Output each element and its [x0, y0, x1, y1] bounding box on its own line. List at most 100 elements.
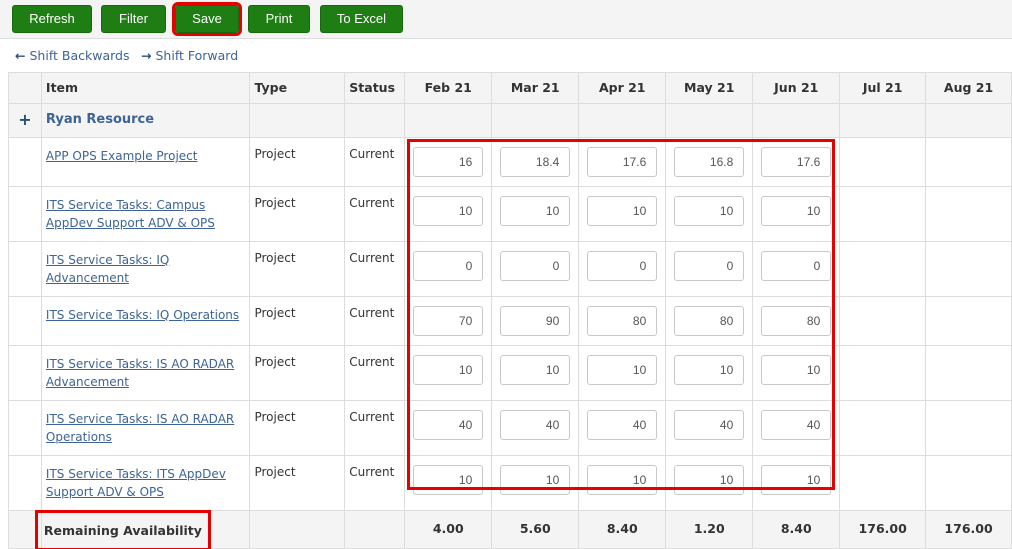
allocation-input[interactable]: [761, 306, 832, 336]
item-link[interactable]: ITS Service Tasks: IS AO RADAR Operation…: [42, 401, 250, 455]
allocation-input[interactable]: [587, 251, 658, 281]
month-column-header: Aug 21: [925, 72, 1012, 104]
status-cell: Current: [349, 355, 395, 369]
type-cell: Project: [254, 306, 296, 320]
item-link[interactable]: ITS Service Tasks: IQ Operations: [42, 297, 250, 333]
filter-button[interactable]: Filter: [101, 5, 166, 33]
allocation-input[interactable]: [500, 147, 571, 177]
remaining-availability-value: 8.40: [780, 521, 812, 536]
type-cell: Project: [254, 196, 296, 210]
arrow-left-icon: ←: [15, 48, 26, 63]
header-row: Item Type Status Feb 21 Mar 21 Apr 21 Ma…: [8, 72, 1012, 104]
table-row: APP OPS Example Project Project Current: [8, 137, 1012, 187]
allocation-input[interactable]: [587, 196, 658, 226]
item-link[interactable]: APP OPS Example Project: [42, 138, 250, 174]
allocation-input[interactable]: [761, 251, 832, 281]
item-link[interactable]: ITS Service Tasks: ITS AppDev Support AD…: [42, 456, 250, 510]
group-name[interactable]: Ryan Resource: [42, 104, 250, 135]
period-navigation: ← Shift Backwards → Shift Forward: [0, 39, 1012, 73]
allocation-input[interactable]: [761, 410, 832, 440]
allocation-input[interactable]: [761, 147, 832, 177]
allocation-input[interactable]: [500, 465, 571, 495]
allocation-input[interactable]: [761, 465, 832, 495]
allocation-input[interactable]: [587, 410, 658, 440]
allocation-input[interactable]: [413, 306, 484, 336]
allocation-input[interactable]: [587, 147, 658, 177]
allocation-input[interactable]: [674, 306, 745, 336]
type-cell: Project: [254, 410, 296, 424]
allocation-input[interactable]: [674, 410, 745, 440]
type-cell: Project: [254, 355, 296, 369]
remaining-availability-value: 176.00: [944, 521, 993, 536]
expand-plus-icon[interactable]: +: [9, 104, 41, 129]
allocation-input[interactable]: [413, 196, 484, 226]
arrow-right-icon: →: [141, 48, 152, 63]
item-link[interactable]: ITS Service Tasks: IQ Advancement: [42, 242, 250, 296]
allocation-input[interactable]: [674, 465, 745, 495]
item-link[interactable]: ITS Service Tasks: Campus AppDev Support…: [42, 187, 250, 241]
table-row: ITS Service Tasks: IQ Operations Project C…: [8, 296, 1012, 346]
remaining-availability-value: 8.40: [606, 521, 638, 536]
allocation-input[interactable]: [500, 251, 571, 281]
allocation-input[interactable]: [761, 196, 832, 226]
type-column-header[interactable]: Type: [249, 72, 346, 104]
allocation-input[interactable]: [413, 147, 484, 177]
save-button[interactable]: Save: [172, 2, 242, 36]
month-column-header: Jul 21: [839, 72, 927, 104]
print-button[interactable]: Print: [248, 5, 310, 33]
expand-column-header: [8, 72, 42, 104]
shift-forward-link[interactable]: → Shift Forward: [141, 48, 238, 63]
group-row: + Ryan Resource: [8, 103, 1012, 138]
status-cell: Current: [349, 465, 395, 479]
allocation-input[interactable]: [500, 355, 571, 385]
month-column-header: May 21: [665, 72, 754, 104]
allocation-input[interactable]: [413, 355, 484, 385]
table-row: ITS Service Tasks: Campus AppDev Support…: [8, 186, 1012, 242]
type-cell: Project: [254, 147, 296, 161]
table-row: ITS Service Tasks: IQ Advancement Project…: [8, 241, 1012, 297]
status-column-header[interactable]: Status: [344, 72, 406, 104]
toolbar: Refresh Filter Save Print To Excel: [0, 0, 1012, 39]
status-cell: Current: [349, 251, 395, 265]
remaining-availability-label: Remaining Availability: [34, 510, 211, 549]
allocation-input[interactable]: [674, 251, 745, 281]
remaining-availability-value: 1.20: [693, 521, 725, 536]
table-row: ITS Service Tasks: IS AO RADAR Operation…: [8, 400, 1012, 456]
status-cell: Current: [349, 306, 395, 320]
status-cell: Current: [349, 147, 395, 161]
allocation-input[interactable]: [674, 355, 745, 385]
remaining-availability-value: 4.00: [432, 521, 464, 536]
allocation-input[interactable]: [500, 306, 571, 336]
allocation-input[interactable]: [500, 410, 571, 440]
allocation-input[interactable]: [587, 306, 658, 336]
shift-backwards-link[interactable]: ← Shift Backwards: [15, 48, 129, 63]
allocation-input[interactable]: [674, 196, 745, 226]
status-cell: Current: [349, 410, 395, 424]
to-excel-button[interactable]: To Excel: [320, 5, 403, 33]
month-column-header: Jun 21: [752, 72, 841, 104]
table-row: ITS Service Tasks: IS AO RADAR Advanceme…: [8, 345, 1012, 401]
shift-forward-label: Shift Forward: [155, 48, 239, 63]
shift-backwards-label: Shift Backwards: [29, 48, 130, 63]
allocation-input[interactable]: [587, 355, 658, 385]
remaining-availability-value: 5.60: [519, 521, 551, 536]
status-cell: Current: [349, 196, 395, 210]
allocation-input[interactable]: [674, 147, 745, 177]
type-cell: Project: [254, 465, 296, 479]
month-column-header: Apr 21: [578, 72, 667, 104]
allocation-input[interactable]: [413, 251, 484, 281]
table-row: ITS Service Tasks: ITS AppDev Support AD…: [8, 455, 1012, 511]
allocation-input[interactable]: [587, 465, 658, 495]
allocation-input[interactable]: [500, 196, 571, 226]
refresh-button[interactable]: Refresh: [12, 5, 92, 33]
allocation-input[interactable]: [413, 410, 484, 440]
item-column-header[interactable]: Item: [40, 72, 251, 104]
resource-allocation-table: Item Type Status Feb 21 Mar 21 Apr 21 Ma…: [8, 72, 1012, 549]
month-column-header: Feb 21: [404, 72, 493, 104]
month-column-header: Mar 21: [491, 72, 580, 104]
allocation-input[interactable]: [761, 355, 832, 385]
allocation-input[interactable]: [413, 465, 484, 495]
item-link[interactable]: ITS Service Tasks: IS AO RADAR Advanceme…: [42, 346, 250, 400]
type-cell: Project: [254, 251, 296, 265]
remaining-availability-value: 176.00: [858, 521, 907, 536]
